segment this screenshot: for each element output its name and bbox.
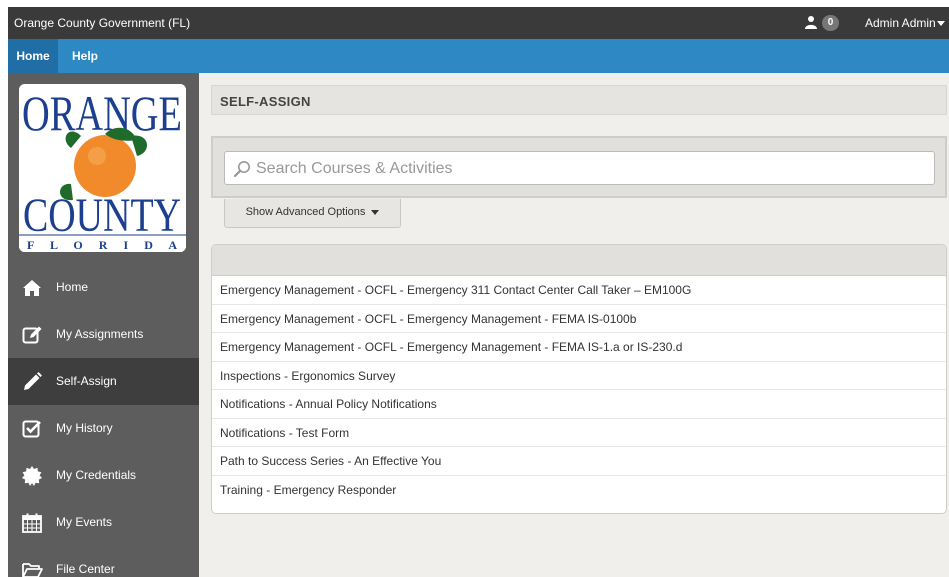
pencil-icon — [24, 372, 42, 390]
organization-name: Orange County Government (FL) — [14, 16, 191, 30]
home-icon — [23, 280, 41, 296]
page-title: SELF-ASSIGN — [220, 94, 311, 109]
course-list-item[interactable]: Emergency Management - OCFL - Emergency … — [212, 333, 946, 362]
sidebar-item-label: My History — [56, 421, 113, 435]
sidebar-item-home[interactable]: Home — [8, 264, 199, 311]
sidebar-item-my-events[interactable]: My Events — [8, 499, 199, 546]
sidebar-item-my-assignments[interactable]: My Assignments — [8, 311, 199, 358]
course-list-item[interactable]: Inspections - Ergonomics Survey — [212, 362, 946, 390]
course-list-item[interactable]: Notifications - Test Form — [212, 419, 946, 447]
folder-icon — [22, 563, 43, 577]
sidebar-item-my-credentials[interactable]: My Credentials — [8, 452, 199, 499]
edit-icon — [22, 326, 42, 344]
sidebar-item-label: Home — [56, 280, 89, 294]
main-navbar: Home Help — [8, 39, 949, 73]
calendar-icon — [22, 513, 42, 533]
course-list-item[interactable]: Notifications - Annual Policy Notificati… — [212, 390, 946, 419]
user-icon[interactable] — [804, 15, 818, 29]
top-bar: Orange County Government (FL) 0 Admin Ad… — [8, 7, 949, 39]
search-input[interactable] — [256, 158, 916, 180]
sidebar-item-my-history[interactable]: My History — [8, 405, 199, 452]
user-menu[interactable]: Admin Admin — [865, 16, 936, 30]
checkbox-icon — [22, 420, 41, 438]
advanced-options-label: Show Advanced Options — [245, 206, 366, 218]
course-list-item[interactable]: Emergency Management - OCFL - Emergency … — [212, 305, 946, 333]
sidebar-item-self-assign[interactable]: Self-Assign — [8, 358, 199, 405]
results-panel: Emergency Management - OCFL - Emergency … — [211, 244, 947, 514]
sidebar-item-label: Self-Assign — [56, 374, 117, 388]
main-content: SELF-ASSIGN Show Advanced Options Emerge… — [199, 73, 949, 577]
show-advanced-options-button[interactable]: Show Advanced Options — [224, 199, 401, 228]
sidebar: ORANGE COUNTY F L O R I D A Home My Assi… — [8, 73, 199, 577]
svg-text:ORANGE: ORANGE — [22, 85, 182, 141]
search-box[interactable] — [224, 151, 935, 185]
chevron-down-icon[interactable] — [937, 21, 945, 26]
course-list-item[interactable]: Training - Emergency Responder — [212, 476, 946, 505]
sidebar-item-file-center[interactable]: File Center — [8, 546, 199, 577]
search-panel — [211, 136, 947, 198]
nav-help[interactable]: Help — [62, 39, 108, 73]
sidebar-menu: Home My Assignments Self-Assign My Histo… — [8, 264, 199, 577]
course-list-item[interactable]: Emergency Management - OCFL - Emergency … — [212, 276, 946, 305]
sidebar-item-label: My Events — [56, 515, 113, 529]
sidebar-item-label: My Credentials — [56, 468, 137, 482]
sidebar-item-label: File Center — [56, 562, 115, 576]
search-icon — [233, 161, 250, 178]
course-list-item[interactable]: Path to Success Series - An Effective Yo… — [212, 447, 946, 476]
nav-home[interactable]: Home — [8, 39, 58, 73]
results-header — [212, 245, 946, 276]
orange-county-logo: ORANGE COUNTY F L O R I D A — [19, 84, 186, 252]
certificate-icon — [22, 466, 42, 486]
page-header: SELF-ASSIGN — [211, 85, 947, 115]
sidebar-item-label: My Assignments — [56, 327, 144, 341]
notification-count-badge[interactable]: 0 — [822, 15, 839, 31]
caret-down-icon — [371, 209, 380, 215]
